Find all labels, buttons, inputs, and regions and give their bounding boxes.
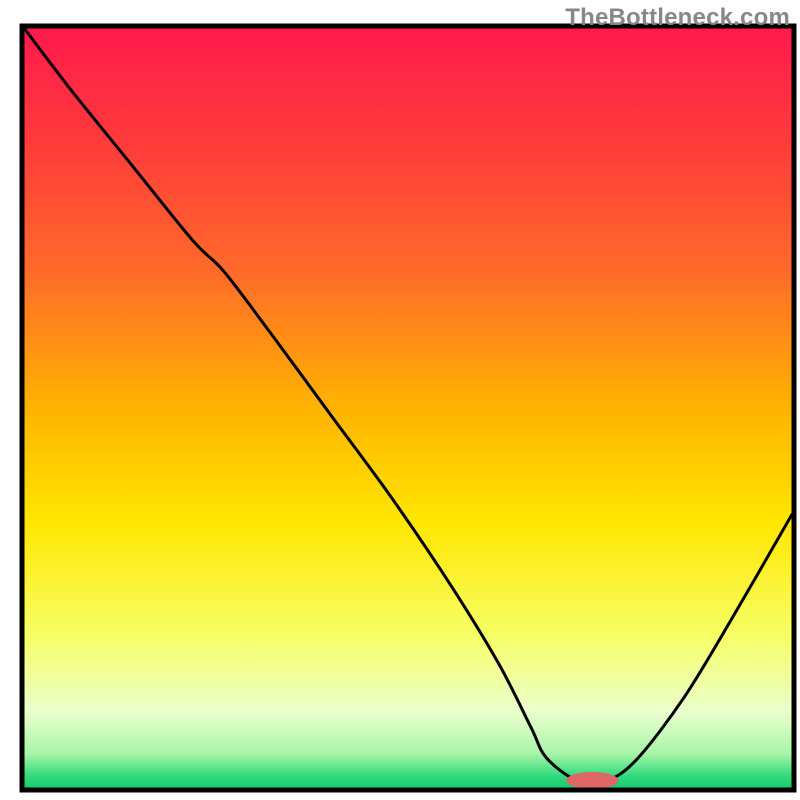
chart-stage: TheBottleneck.com	[0, 0, 800, 800]
plot-area	[22, 26, 794, 790]
gradient-background	[24, 28, 792, 788]
bottleneck-chart	[0, 0, 800, 800]
optimum-marker	[566, 772, 618, 789]
attribution-text: TheBottleneck.com	[565, 4, 790, 32]
